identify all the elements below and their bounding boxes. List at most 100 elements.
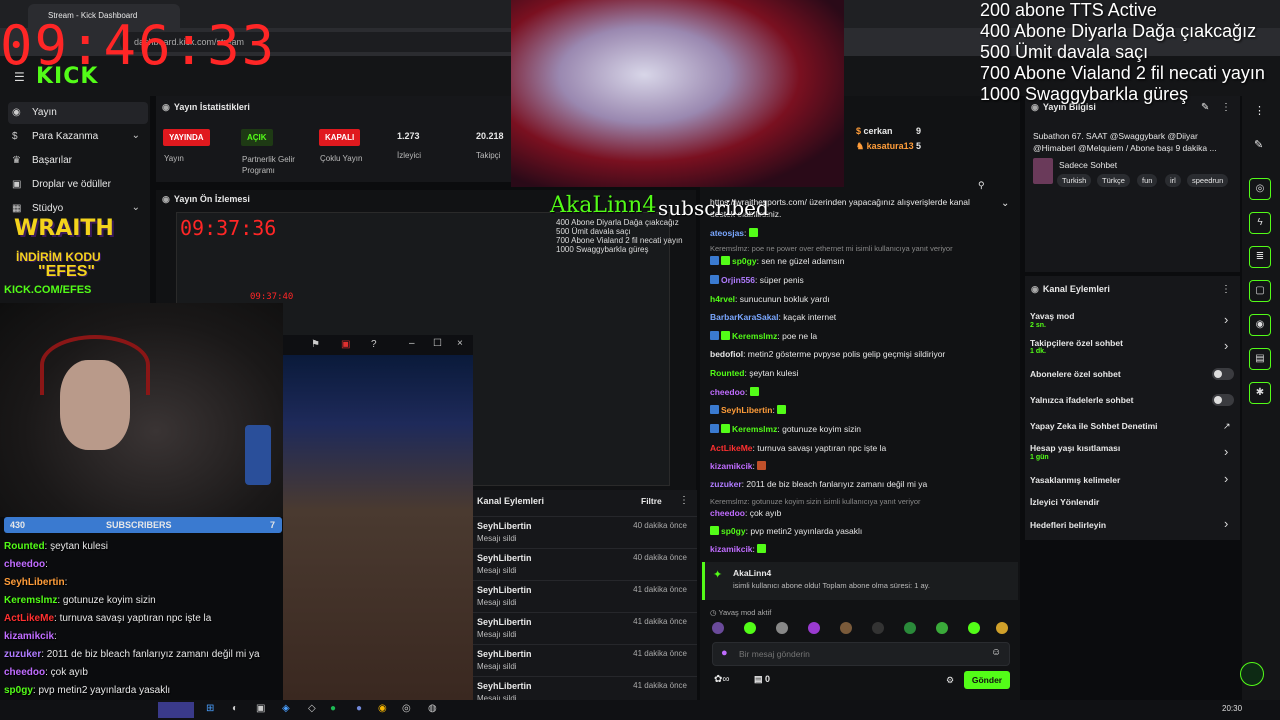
chevron-right-icon[interactable]: ›: [1224, 444, 1228, 459]
minimize-icon[interactable]: –: [409, 338, 415, 349]
chevron-right-icon[interactable]: ›: [1224, 516, 1228, 531]
broadcast-tool-icon[interactable]: ◉: [1249, 314, 1271, 336]
emoji-icon[interactable]: ☺: [991, 647, 1001, 658]
discord-icon[interactable]: ●: [356, 703, 362, 714]
tag[interactable]: Turkish: [1057, 174, 1092, 187]
emote-icon[interactable]: [872, 622, 884, 634]
filter-button[interactable]: Filtre: [641, 496, 662, 506]
chat-message: Keremslmz: gotunuze koyim sizin: [710, 424, 1010, 440]
studio-icon: ▦: [12, 203, 22, 214]
action-emotes-only: Yalnızca ifadelerle sohbet: [1030, 395, 1134, 405]
app-icon[interactable]: ◈: [282, 703, 290, 714]
points-icon[interactable]: ✿∞: [714, 674, 730, 685]
chat-input-box: ● ☺: [712, 642, 1010, 666]
pin-icon[interactable]: ⚲: [978, 180, 985, 191]
sidebar-item-stream[interactable]: ◉ Yayın: [8, 102, 148, 124]
camera-tool-icon[interactable]: ◎: [1249, 178, 1271, 200]
category-name[interactable]: Sadece Sohbet: [1059, 160, 1117, 170]
chat-message: sp0gy: pvp metin2 yayınlarda yasaklı: [710, 526, 1010, 542]
trophy-icon: ♛: [12, 155, 21, 166]
chat-message: SeyhLibertin:: [710, 405, 1010, 421]
sidebar-item-drops[interactable]: ▣ Droplar ve ödüller: [8, 174, 148, 196]
record-icon[interactable]: ▣: [341, 339, 350, 350]
stat-label: Takipçi: [476, 151, 501, 160]
more-icon[interactable]: ⋮: [679, 495, 689, 506]
action-raid[interactable]: İzleyici Yönlendir: [1030, 497, 1099, 507]
points-count: ▤ 0: [754, 674, 771, 684]
emote-icon[interactable]: [904, 622, 916, 634]
close-icon[interactable]: ×: [457, 338, 463, 349]
overlay-chat-message: zuzuker: 2011 de biz bleach fanlarıyız z…: [4, 649, 260, 660]
app-icon[interactable]: ◎: [402, 703, 411, 714]
action-slow-mode[interactable]: Yavaş mod: [1030, 311, 1074, 321]
overlay-chat-message: cheedoo: çok ayıb: [4, 667, 88, 678]
chevron-down-icon: ⌄: [131, 130, 140, 141]
emote-icon[interactable]: [744, 622, 756, 634]
emote-icon[interactable]: [712, 622, 724, 634]
emote-icon[interactable]: [776, 622, 788, 634]
preview-overlay-clock: 09:37:36: [180, 216, 277, 240]
edit-icon[interactable]: ✎: [1254, 138, 1263, 151]
flag-icon[interactable]: ⚑: [311, 339, 320, 350]
send-button[interactable]: Gönder: [964, 671, 1010, 689]
status-badge-off: KAPALI: [319, 129, 361, 146]
chat-tool-icon[interactable]: ▢: [1249, 280, 1271, 302]
app-icon[interactable]: ▣: [256, 703, 265, 714]
emote-icon[interactable]: [808, 622, 820, 634]
layout-tool-icon[interactable]: ▤: [1249, 348, 1271, 370]
chevron-down-icon[interactable]: ⌄: [1001, 198, 1009, 209]
action-banned-words[interactable]: Yasaklanmış kelimeler: [1030, 475, 1120, 485]
chat-message: Rounted: şeytan kulesi: [710, 368, 799, 378]
help-icon[interactable]: [1240, 662, 1264, 686]
preview-overlay-goals: 400 Abone Diyarla Dağa çıakcağız 500 Ümi…: [556, 218, 683, 254]
webcam-feed: [0, 303, 283, 517]
action-ai-moderation[interactable]: Yapay Zeka ile Sohbet Denetimi: [1030, 421, 1158, 431]
settings-icon[interactable]: ⚙: [946, 675, 954, 686]
obs-icon[interactable]: ◍: [428, 703, 437, 714]
action-followers-only[interactable]: Takipçilere özel sohbet: [1030, 338, 1123, 348]
money-icon: $: [12, 131, 18, 142]
tag[interactable]: fun: [1137, 174, 1158, 187]
windows-icon[interactable]: ⊞: [206, 703, 214, 714]
emote-icon[interactable]: [968, 622, 980, 634]
tag[interactable]: Türkçe: [1097, 174, 1130, 187]
app-icon[interactable]: ◇: [308, 703, 316, 714]
stream-info-panel: ◉ Yayın Bilgisi ✎ ⋮ Subathon 67. SAAT @Sw…: [1025, 96, 1240, 272]
badge-icon: [710, 256, 719, 265]
sparkle-icon: ✦: [713, 569, 723, 581]
viewer-count: 1.273: [397, 131, 420, 141]
action-account-age[interactable]: Hesap yaşı kısıtlaması: [1030, 443, 1120, 453]
chevron-right-icon[interactable]: ›: [1224, 338, 1228, 353]
spotify-icon[interactable]: ●: [330, 703, 336, 714]
taskbar-thumbnail[interactable]: [158, 702, 194, 718]
chrome-icon[interactable]: ◉: [378, 703, 387, 714]
mic-icon[interactable]: ●: [721, 647, 728, 659]
maximize-icon[interactable]: ☐: [433, 338, 442, 349]
action-goals[interactable]: Hedefleri belirleyin: [1030, 520, 1106, 530]
chevron-right-icon[interactable]: ›: [1224, 312, 1228, 327]
tag[interactable]: irl: [1165, 174, 1181, 187]
chat-message: Orjin556: süper penis: [710, 275, 1010, 291]
notes-tool-icon[interactable]: ≣: [1249, 246, 1271, 268]
emotes-only-toggle[interactable]: [1212, 394, 1234, 406]
event-row: SeyhLibertin Mesajı sildi 40 dakika önce: [473, 516, 697, 548]
emote-icon[interactable]: [840, 622, 852, 634]
wrench-tool-icon[interactable]: ✱: [1249, 382, 1271, 404]
lightning-tool-icon[interactable]: ϟ: [1249, 212, 1271, 234]
chevron-right-icon[interactable]: ›: [1224, 471, 1228, 486]
sidebar-item-achievements[interactable]: ♛ Başarılar: [8, 150, 148, 172]
app-icon[interactable]: ◐: [232, 703, 238, 714]
gift-icon: ▣: [12, 179, 22, 190]
sidebar-item-monetization[interactable]: $ Para Kazanma ⌄: [8, 126, 148, 148]
chat-message: cheedoo: çok ayıb: [710, 508, 782, 518]
more-icon[interactable]: ⋮: [1254, 104, 1265, 117]
chat-input[interactable]: [739, 646, 979, 662]
subscribers-only-toggle[interactable]: [1212, 368, 1234, 380]
help-icon[interactable]: ?: [371, 339, 377, 350]
more-icon[interactable]: ⋮: [1221, 284, 1231, 295]
tag[interactable]: speedrun: [1187, 174, 1229, 187]
external-link-icon[interactable]: ↗: [1223, 421, 1231, 432]
emote-icon[interactable]: [936, 622, 948, 634]
emote-icon[interactable]: [996, 622, 1008, 634]
subscription-event: ✦ AkaLinn4 isimli kullanıcı abone oldu! …: [702, 562, 1018, 600]
